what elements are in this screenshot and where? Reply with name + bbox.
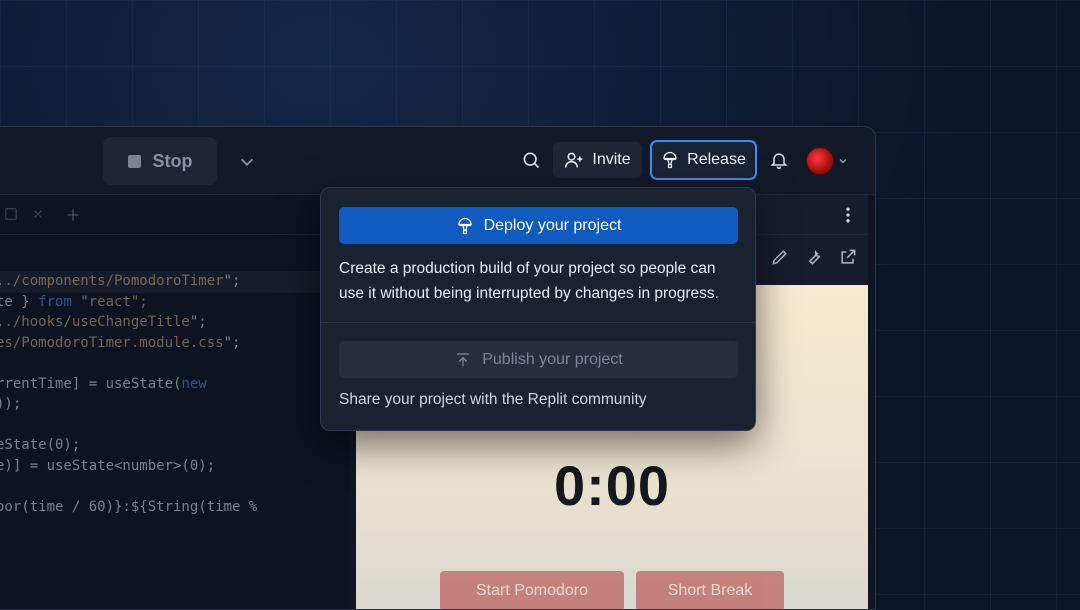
publish-button-label: Publish your project [482,351,623,369]
add-tab-icon[interactable] [65,207,81,223]
upload-icon [454,351,472,369]
release-button-label: Release [687,151,746,169]
deploy-description: Create a production build of your projec… [339,256,744,306]
code-line: oor(time / 60)}:${String(time % [0,499,257,515]
publish-project-button[interactable]: Publish your project [339,341,738,378]
invite-button-label: Invite [592,151,630,169]
wrench-icon[interactable] [804,247,824,267]
kebab-icon[interactable] [838,205,858,225]
code-line: ../hooks/useChangeTitle"; [0,314,207,330]
menu-divider [321,322,755,323]
release-button[interactable]: Release [650,140,757,180]
close-icon[interactable] [31,207,47,223]
code-line: rrentTime] = useState(new [0,376,207,392]
release-dropdown: Deploy your project Create a production … [320,187,756,431]
timer-display: 0:00 [356,453,868,518]
deploy-project-button[interactable]: Deploy your project [339,207,738,244]
split-pane-icon[interactable] [4,207,20,223]
code-line: )); [0,396,21,412]
deploy-button-label: Deploy your project [484,217,622,235]
code-line: eState(0); [0,437,80,453]
short-break-button[interactable]: Short Break [636,571,784,610]
code-line: e)] = useState<number>(0); [0,458,215,474]
webview-toolbar [770,247,858,267]
search-icon[interactable] [518,147,544,173]
code-line: ../components/PomodoroTimer"; [0,273,240,289]
editor-tab-bar [0,195,350,235]
balloon-icon [661,151,679,169]
code-editor[interactable]: ../components/PomodoroTimer"; te } from "… [0,195,350,610]
bell-icon[interactable] [766,147,792,173]
avatar[interactable] [806,147,834,175]
stop-square-icon [128,155,141,168]
top-toolbar: Stop Invite Release [0,127,875,195]
code-line: es/PomodoroTimer.module.css"; [0,335,240,351]
external-link-icon[interactable] [838,247,858,267]
run-menu-chevron-down-icon[interactable] [236,151,258,173]
avatar-menu-chevron-down-icon[interactable] [837,155,849,167]
balloon-icon [456,217,474,235]
stop-button[interactable]: Stop [103,137,217,185]
pencil-icon[interactable] [770,247,790,267]
invite-button[interactable]: Invite [553,142,642,178]
code-line: te } from "react"; [0,294,148,310]
publish-description: Share your project with the Replit commu… [339,389,744,411]
user-plus-icon [564,150,584,170]
start-pomodoro-button[interactable]: Start Pomodoro [440,571,624,610]
stop-button-label: Stop [153,151,193,172]
